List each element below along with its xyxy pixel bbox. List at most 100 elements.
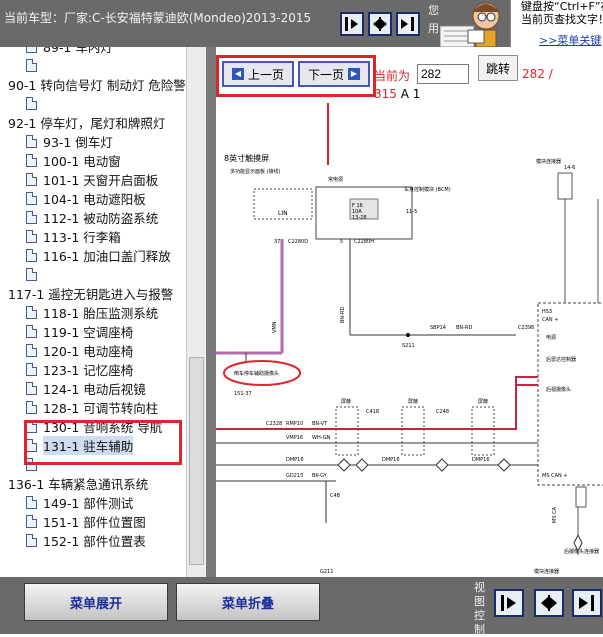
sidebar-scrollbar[interactable]: [186, 47, 206, 577]
label-power-right: 电源: [546, 334, 556, 341]
hint-menu-link[interactable]: >>菜单关键: [539, 32, 601, 47]
document-icon: [26, 97, 37, 110]
view-collapse-button[interactable]: [534, 589, 564, 617]
label-note: 倒车停车辅助摄像头: [234, 370, 279, 377]
tree-doc-item[interactable]: 112-1 被动防盗系统: [0, 208, 200, 227]
document-icon: [26, 325, 37, 338]
total-pages-text: 282 /: [522, 67, 553, 81]
tree-doc-item[interactable]: 104-1 电动遮阳板: [0, 189, 200, 208]
diamond-connector-4: [497, 458, 511, 472]
label-g211: G211: [320, 569, 333, 575]
tree-item-label: 120-1 电动座椅: [43, 344, 134, 359]
tree-group-item[interactable]: 92-1 停车灯，尾灯和牌照灯: [0, 113, 200, 132]
pager-toolbar: ◀ 上一页 下一页 ▶ 当前为 跳转 282 / 315 A 1: [216, 47, 603, 103]
label-conn1: C2280D: [288, 239, 308, 245]
tree-doc-item[interactable]: [0, 94, 200, 113]
tree-item-label: 101-1 天窗开启面板: [43, 173, 159, 188]
tree-item-label: 92-1 停车灯，尾灯和牌照灯: [8, 116, 166, 131]
label-sbp-color: BN-RD: [456, 325, 472, 331]
label-shield3: 屏蔽: [478, 398, 488, 405]
menu-expand-button[interactable]: 菜单展开: [24, 583, 168, 621]
label-dmp16b: DMP16: [382, 457, 400, 463]
tree-item-label: 116-1 加油口盖门释放: [43, 249, 171, 264]
diamond-connector-1: [337, 458, 351, 472]
tree-doc-item[interactable]: 100-1 电动窗: [0, 151, 200, 170]
view-collapse-right-button[interactable]: [572, 589, 602, 617]
tree-doc-item[interactable]: 113-1 行李箱: [0, 227, 200, 246]
tree-item-label: 117-1 遥控无钥匙进入与报警: [8, 287, 174, 302]
label-c418: C418: [366, 409, 379, 415]
document-icon: [26, 268, 37, 281]
document-icon: [26, 249, 37, 262]
tree-doc-item[interactable]: 118-1 胎压监测系统: [0, 303, 200, 322]
tree-doc-item[interactable]: 120-1 电动座椅: [0, 341, 200, 360]
jump-button[interactable]: 跳转: [478, 55, 518, 81]
collapse-right-icon: [401, 17, 414, 31]
label-dmp16c: DMP16: [472, 457, 490, 463]
label-dmp16: DMP16: [286, 457, 304, 463]
label-c2328: C2328: [266, 421, 282, 427]
tree-doc-item[interactable]: 128-1 可调节转向柱: [0, 398, 200, 417]
tree-group-item[interactable]: 136-1 车辆紧急通讯系统: [0, 474, 200, 493]
collapse-left-icon: [373, 17, 387, 31]
label-c248: C248: [436, 409, 449, 415]
mascot-reading-icon: [440, 2, 500, 47]
label-radar: 后雷达控制器: [546, 356, 576, 363]
tree-doc-item[interactable]: 89-1 车内灯: [0, 47, 200, 56]
tree-doc-item[interactable]: 119-1 空调座椅: [0, 322, 200, 341]
label-top-right: 模块连接器: [536, 158, 561, 165]
document-icon: [26, 534, 37, 547]
panel-divider[interactable]: [206, 47, 216, 577]
label-shield1: 屏蔽: [341, 398, 351, 405]
document-icon: [26, 401, 37, 414]
page-suffix-text: A 1: [396, 87, 421, 101]
tree-group-item[interactable]: 117-1 遥控无钥匙进入与报警: [0, 284, 200, 303]
collapse-left-button[interactable]: [368, 12, 392, 36]
tree-item-label: 89-1 车内灯: [43, 47, 113, 55]
tree-doc-item[interactable]: 152-1 部件位置表: [0, 531, 200, 550]
tree-item-label: 104-1 电动遮阳板: [43, 192, 146, 207]
tree-doc-item[interactable]: [0, 265, 200, 284]
tree-doc-item[interactable]: 116-1 加油口盖门释放: [0, 246, 200, 265]
tree-group-item[interactable]: 90-1 转向信号灯 制动灯 危险警: [0, 75, 200, 94]
tree-doc-item[interactable]: 101-1 天窗开启面板: [0, 170, 200, 189]
tree-doc-item[interactable]: 124-1 电动后视镜: [0, 379, 200, 398]
document-icon: [26, 344, 37, 357]
document-icon: [26, 59, 37, 72]
document-icon: [26, 230, 37, 243]
diagram-title: 8英寸触摸屏: [224, 153, 269, 163]
collapse-right-icon: [579, 595, 594, 611]
label-ref-151: 151-37: [234, 391, 252, 397]
document-icon: [26, 173, 37, 186]
label-lin: LIN: [278, 210, 288, 217]
tree-doc-item[interactable]: 149-1 部件测试: [0, 493, 200, 512]
document-icon: [26, 363, 37, 376]
tree-item-label: 112-1 被动防盗系统: [43, 211, 159, 226]
sidebar-scroll-thumb[interactable]: [189, 357, 204, 565]
document-icon: [26, 496, 37, 509]
top-header-bar: 当前车型：厂家:C-长安福特蒙迪欧(Mondeo)2013-2015 您用 键盘…: [0, 0, 603, 47]
page-number-input[interactable]: [417, 64, 469, 84]
wiring-diagram: 8英寸触摸屏 多功能显示面板 (接线) LIN 常电源 车身控制模块 (BCM)…: [216, 103, 603, 575]
total-page-count: 315: [374, 87, 397, 101]
view-expand-right-button[interactable]: [494, 589, 524, 617]
tree-doc-item[interactable]: [0, 56, 200, 75]
bottom-bar: 菜单展开 菜单折叠 视图控制: [0, 577, 603, 636]
tree-item-label: 128-1 可调节转向柱: [43, 401, 159, 416]
tree-doc-item[interactable]: 93-1 倒车灯: [0, 132, 200, 151]
label-pin1: 37: [274, 239, 280, 245]
current-car-model: 当前车型：厂家:C-长安福特蒙迪欧(Mondeo)2013-2015: [4, 11, 312, 25]
tree-doc-item[interactable]: 151-1 部件位置图: [0, 512, 200, 531]
expand-right-button[interactable]: [340, 12, 364, 36]
label-s211: S211: [402, 343, 415, 349]
label-sbp: SBP14: [430, 325, 446, 331]
expand-right-icon: [501, 595, 516, 611]
menu-tree: 89-1 车内灯 90-1 转向信号灯 制动灯 危险警 92-1 停车灯，尾灯和牌照…: [0, 47, 200, 550]
label-pin2: 5: [340, 239, 343, 245]
collapse-right-button[interactable]: [396, 12, 420, 36]
menu-collapse-button[interactable]: 菜单折叠: [176, 583, 320, 621]
label-c2398: C2398: [518, 325, 534, 331]
tree-doc-item[interactable]: 123-1 记忆座椅: [0, 360, 200, 379]
label-wire-v1: VMN: [272, 321, 278, 333]
page-suffix: 315 A 1: [374, 87, 420, 101]
